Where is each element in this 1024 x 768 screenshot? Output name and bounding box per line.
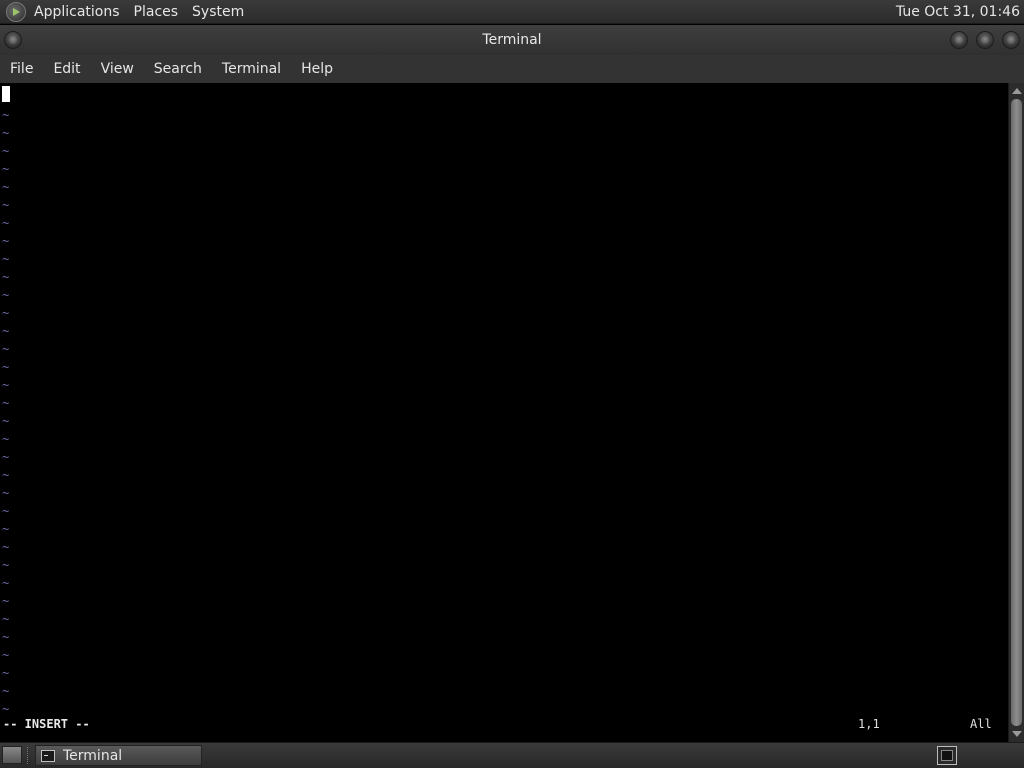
- show-desktop-icon[interactable]: [2, 746, 22, 764]
- window-title: Terminal: [482, 32, 542, 48]
- empty-line-marker: ~: [2, 288, 10, 302]
- applications-menu[interactable]: Applications: [34, 4, 120, 20]
- empty-line-marker: ~: [2, 270, 10, 284]
- empty-line-marker: ~: [2, 612, 10, 626]
- window-titlebar[interactable]: Terminal: [0, 25, 1024, 55]
- close-button[interactable]: [1002, 31, 1020, 49]
- panel-separator: [27, 747, 30, 764]
- empty-line-marker: ~: [2, 306, 10, 320]
- workspace-switcher-icon[interactable]: [937, 746, 957, 765]
- empty-line-marker: ~: [2, 630, 10, 644]
- empty-line-marker: ~: [2, 450, 10, 464]
- terminal-area[interactable]: -- INSERT -- 1,1 All ~ ~ ~ ~ ~ ~ ~ ~ ~ ~ ~ ~ ~ ~ ~ ~ ~ ~ ~…: [0, 83, 1008, 742]
- minimize-button[interactable]: [950, 31, 968, 49]
- empty-line-marker: ~: [2, 252, 10, 266]
- empty-line-marker: ~: [2, 414, 10, 428]
- empty-line-marker: ~: [2, 486, 10, 500]
- empty-line-marker: ~: [2, 216, 10, 230]
- menu-help[interactable]: Help: [291, 61, 343, 77]
- empty-line-marker: ~: [2, 144, 10, 158]
- empty-line-marker: ~: [2, 594, 10, 608]
- empty-line-marker: ~: [2, 684, 10, 698]
- bottom-panel: Terminal: [0, 742, 1024, 768]
- menu-search[interactable]: Search: [144, 61, 212, 77]
- cursor-position: 1,1: [858, 717, 880, 731]
- places-menu[interactable]: Places: [134, 4, 179, 20]
- empty-line-marker: ~: [2, 324, 10, 338]
- top-panel: Applications Places System Tue Oct 31, 0…: [0, 0, 1024, 24]
- scrollbar-thumb[interactable]: [1011, 99, 1022, 726]
- empty-line-marker: ~: [2, 234, 10, 248]
- maximize-button[interactable]: [976, 31, 994, 49]
- empty-line-marker: ~: [2, 198, 10, 212]
- scroll-up-icon[interactable]: [1012, 88, 1022, 94]
- empty-line-marker: ~: [2, 360, 10, 374]
- system-menu[interactable]: System: [192, 4, 244, 20]
- text-cursor: [2, 86, 10, 102]
- empty-line-marker: ~: [2, 522, 10, 536]
- menu-view[interactable]: View: [91, 61, 144, 77]
- vim-mode-indicator: -- INSERT --: [3, 717, 90, 731]
- terminal-icon: [41, 749, 55, 762]
- menu-edit[interactable]: Edit: [43, 61, 90, 77]
- scroll-position: All: [970, 717, 992, 731]
- empty-line-marker: ~: [2, 666, 10, 680]
- empty-line-marker: ~: [2, 342, 10, 356]
- menu-file[interactable]: File: [0, 61, 43, 77]
- empty-line-marker: ~: [2, 504, 10, 518]
- scroll-down-icon[interactable]: [1012, 731, 1022, 737]
- empty-line-marker: ~: [2, 558, 10, 572]
- empty-line-marker: ~: [2, 648, 10, 662]
- empty-line-marker: ~: [2, 432, 10, 446]
- empty-line-marker: ~: [2, 702, 10, 716]
- empty-line-marker: ~: [2, 576, 10, 590]
- vertical-scrollbar[interactable]: [1008, 83, 1024, 742]
- empty-line-marker: ~: [2, 468, 10, 482]
- taskbar-button-terminal[interactable]: Terminal: [35, 745, 202, 766]
- taskbar-label: Terminal: [63, 747, 123, 764]
- empty-line-marker: ~: [2, 396, 10, 410]
- menubar: File Edit View Search Terminal Help: [0, 55, 1024, 83]
- clock[interactable]: Tue Oct 31, 01:46: [896, 4, 1020, 20]
- empty-line-marker: ~: [2, 378, 10, 392]
- menu-terminal[interactable]: Terminal: [212, 61, 291, 77]
- empty-line-marker: ~: [2, 540, 10, 554]
- menu-logo-icon[interactable]: [6, 1, 26, 22]
- empty-line-marker: ~: [2, 126, 10, 140]
- empty-line-marker: ~: [2, 180, 10, 194]
- empty-line-marker: ~: [2, 108, 10, 122]
- empty-line-marker: ~: [2, 162, 10, 176]
